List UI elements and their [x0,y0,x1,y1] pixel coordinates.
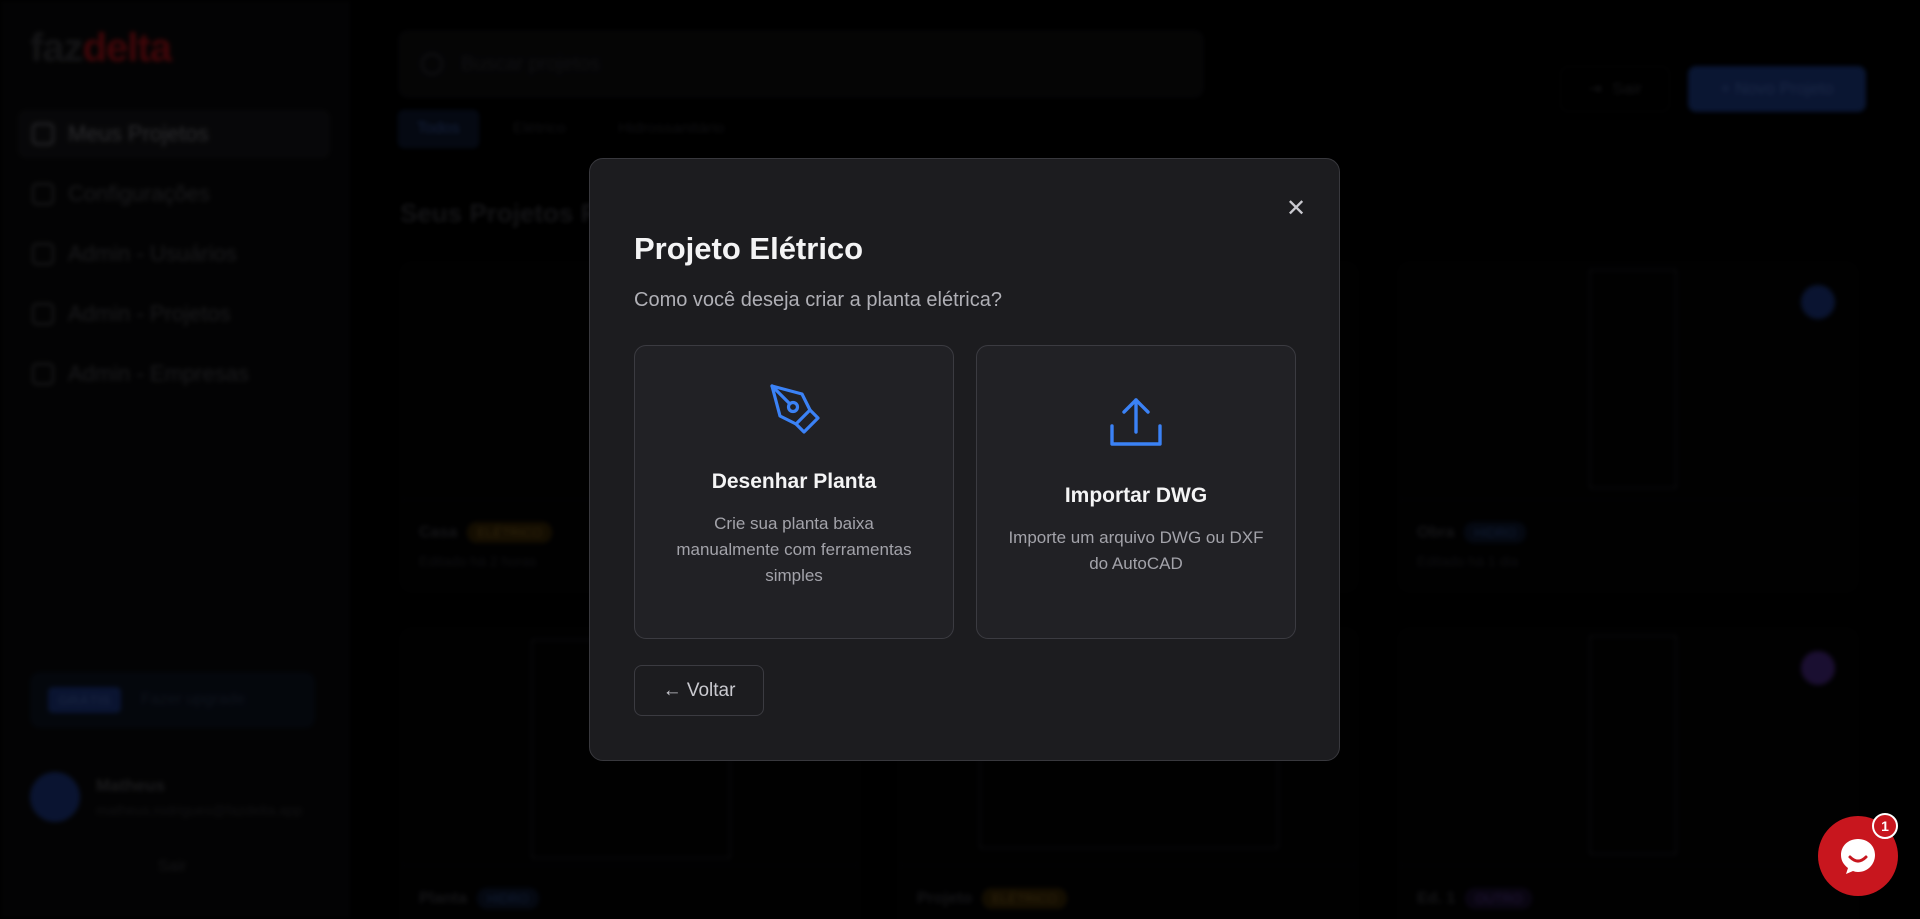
draw-plan-option[interactable]: Desenhar Planta Crie sua planta baixa ma… [634,345,954,639]
modal-title: Projeto Elétrico [634,231,864,266]
project-type-modal: ✕ Projeto Elétrico Como você deseja cria… [589,158,1340,761]
option-title: Importar DWG [1064,484,1208,507]
modal-subtitle: Como você deseja criar a planta elétrica… [634,289,1002,311]
option-description: Importe um arquivo DWG ou DXF do AutoCAD [1008,528,1264,573]
notification-badge: 1 [1872,813,1898,839]
back-button[interactable]: ← Voltar [634,665,764,716]
pen-tool-icon [770,384,820,434]
close-icon[interactable]: ✕ [1281,193,1311,223]
chat-bubble-icon [1841,839,1875,874]
upload-icon [1110,398,1162,446]
option-title: Desenhar Planta [711,470,877,493]
import-dwg-option[interactable]: Importar DWG Importe um arquivo DWG ou D… [976,345,1296,639]
option-description: Crie sua planta baixa manualmente com fe… [676,514,912,585]
